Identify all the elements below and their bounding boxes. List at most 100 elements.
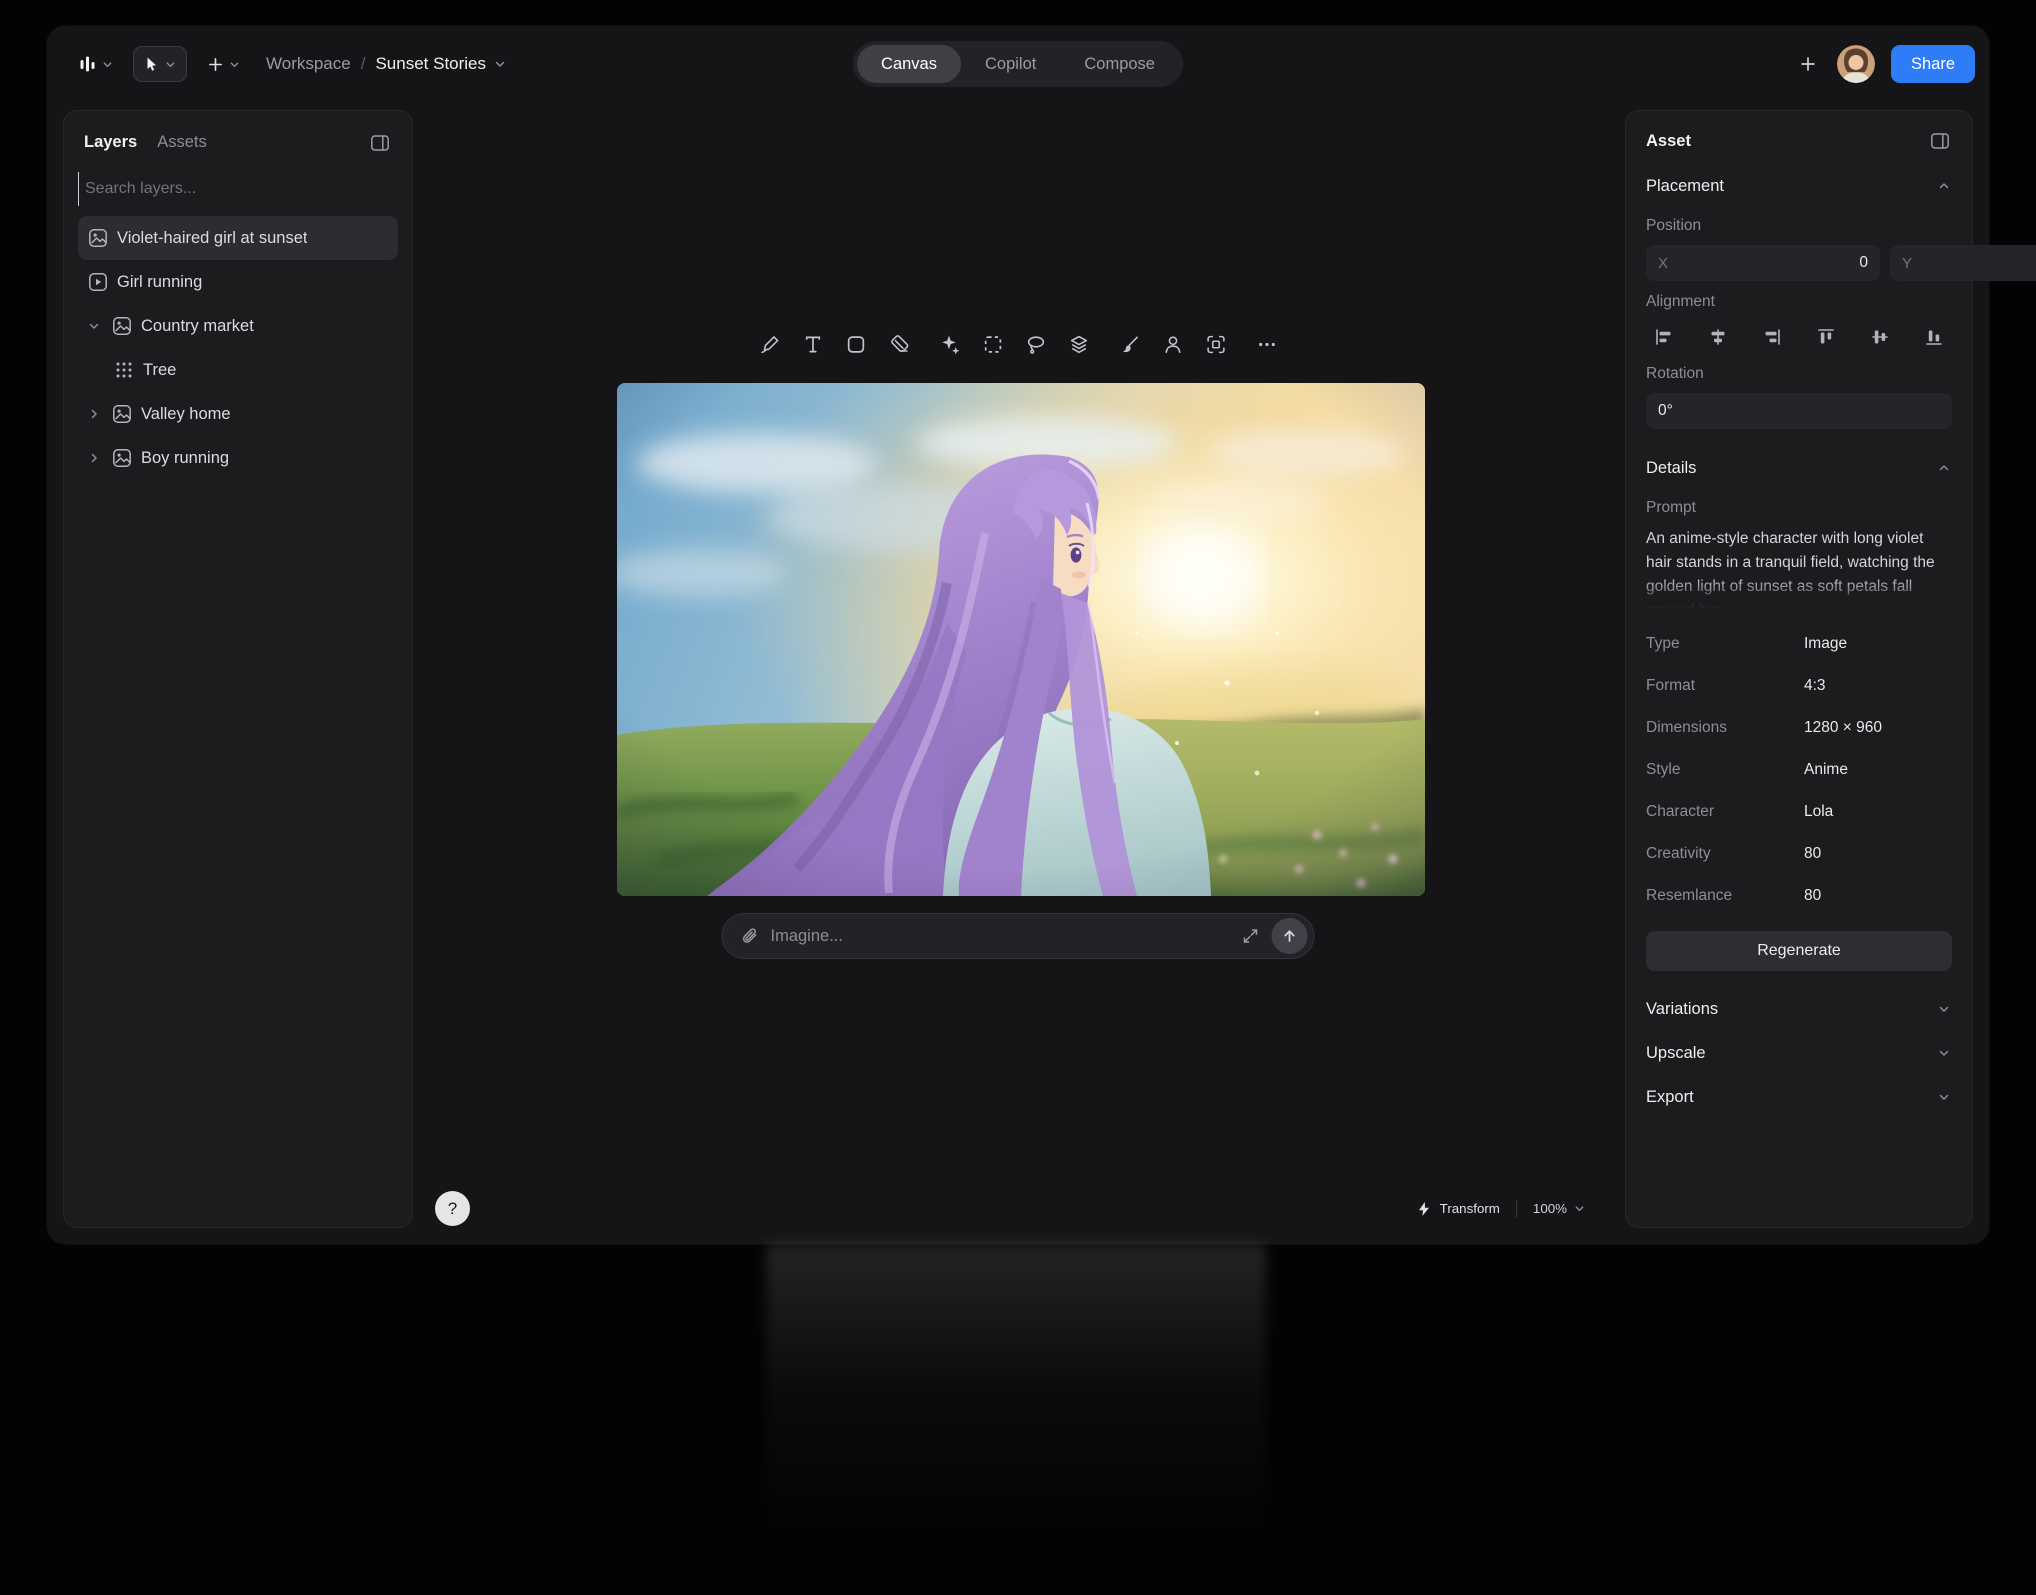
variations-section-header[interactable]: Variations [1646, 987, 1952, 1031]
generate-button[interactable] [1272, 918, 1308, 954]
detail-row-type: Type Image [1646, 623, 1952, 665]
image-icon [112, 316, 132, 336]
section-title: Variations [1646, 1000, 1718, 1019]
align-right-button[interactable] [1754, 321, 1790, 353]
breadcrumb-workspace[interactable]: Workspace [266, 54, 351, 74]
draw-tool-button[interactable] [752, 326, 788, 362]
prompt-input[interactable] [771, 927, 1230, 946]
collapsed-sections: Variations Upscale Export [1646, 987, 1952, 1119]
chevron-right-icon[interactable] [88, 452, 103, 464]
transform-button[interactable]: Transform [1416, 1201, 1500, 1217]
expand-prompt-button[interactable] [1240, 925, 1262, 947]
help-button[interactable]: ? [435, 1191, 470, 1226]
detail-row-style: Style Anime [1646, 749, 1952, 791]
layer-row[interactable]: Country market [78, 304, 398, 348]
detail-row-format: Format 4:3 [1646, 665, 1952, 707]
y-field[interactable]: Y [1890, 245, 2036, 281]
panel-collapse-button[interactable] [368, 131, 392, 155]
transform-label: Transform [1440, 1201, 1500, 1216]
align-center-vertical-button[interactable] [1862, 321, 1898, 353]
attach-button[interactable] [739, 925, 761, 947]
lasso-tool-button[interactable] [1018, 326, 1054, 362]
layer-row[interactable]: Girl running [78, 260, 398, 304]
section-title: Details [1646, 459, 1696, 478]
rotation-input[interactable] [1658, 402, 1940, 420]
tab-compose[interactable]: Compose [1060, 45, 1179, 83]
invite-button[interactable] [1795, 51, 1821, 77]
eraser-tool-button[interactable] [881, 326, 917, 362]
y-input[interactable] [1912, 254, 2036, 272]
style-brush-icon [1119, 334, 1140, 355]
layer-row[interactable]: Violet-haired girl at sunset [78, 216, 398, 260]
tab-canvas[interactable]: Canvas [857, 45, 961, 83]
x-input[interactable] [1668, 254, 1868, 272]
style-brush-button[interactable] [1112, 326, 1148, 362]
tab-layers[interactable]: Layers [84, 129, 137, 156]
detail-label: Creativity [1646, 845, 1804, 863]
panel-collapse-button[interactable] [1928, 129, 1952, 153]
chevron-up-icon [1936, 460, 1952, 476]
detail-label: Style [1646, 761, 1804, 779]
export-section-header[interactable]: Export [1646, 1075, 1952, 1119]
chevron-right-icon[interactable] [88, 408, 103, 420]
detail-row-dimensions: Dimensions 1280 × 960 [1646, 707, 1952, 749]
text-tool-button[interactable] [795, 326, 831, 362]
layer-label: Violet-haired girl at sunset [117, 229, 307, 248]
zoom-control[interactable]: 100% [1533, 1201, 1585, 1216]
frame-tool-button[interactable] [1198, 326, 1234, 362]
upscale-section-header[interactable]: Upscale [1646, 1031, 1952, 1075]
layers-tool-button[interactable] [1061, 326, 1097, 362]
detail-row-creativity: Creativity 80 [1646, 833, 1952, 875]
chevron-down-icon[interactable] [88, 320, 103, 332]
layer-label: Country market [141, 317, 254, 336]
more-icon [1256, 334, 1277, 355]
canvas-selected-image[interactable] [617, 383, 1425, 896]
placement-section-header[interactable]: Placement [1646, 167, 1952, 205]
shape-tool-button[interactable] [838, 326, 874, 362]
y-label: Y [1902, 255, 1912, 272]
expand-icon [1242, 927, 1260, 945]
section-title: Placement [1646, 177, 1724, 196]
character-icon [1162, 334, 1183, 355]
tool-select-button[interactable] [133, 46, 187, 82]
breadcrumb-separator: / [361, 54, 366, 74]
breadcrumb-project[interactable]: Sunset Stories [375, 54, 506, 74]
frame-icon [1205, 334, 1226, 355]
tab-copilot[interactable]: Copilot [961, 45, 1060, 83]
align-bottom-button[interactable] [1916, 321, 1952, 353]
image-icon [88, 228, 108, 248]
sidebar-toggle-icon [370, 133, 390, 153]
eraser-icon [888, 334, 909, 355]
align-center-horizontal-button[interactable] [1700, 321, 1736, 353]
topbar-left: Workspace / Sunset Stories [75, 46, 506, 82]
app-menu-button[interactable] [75, 51, 117, 77]
layer-label: Girl running [117, 273, 202, 292]
detail-value: Lola [1804, 803, 1833, 821]
x-field[interactable]: X [1646, 245, 1880, 281]
layer-row[interactable]: Tree [78, 348, 398, 392]
marquee-select-button[interactable] [975, 326, 1011, 362]
layer-row[interactable]: Boy running [78, 436, 398, 480]
details-section-header[interactable]: Details [1646, 449, 1952, 487]
plus-icon [1799, 55, 1817, 73]
rotation-field[interactable] [1646, 393, 1952, 429]
chevron-down-icon [165, 59, 176, 70]
layer-list: Violet-haired girl at sunset Girl runnin… [78, 216, 398, 480]
tab-assets[interactable]: Assets [157, 129, 207, 156]
align-left-button[interactable] [1646, 321, 1682, 353]
avatar[interactable] [1837, 45, 1875, 83]
layer-row[interactable]: Valley home [78, 392, 398, 436]
magic-tool-button[interactable] [932, 326, 968, 362]
detail-label: Dimensions [1646, 719, 1804, 737]
prompt-label: Prompt [1646, 499, 1952, 517]
chevron-down-icon [494, 58, 506, 70]
search-input[interactable] [78, 172, 398, 206]
share-button[interactable]: Share [1891, 45, 1975, 83]
character-tool-button[interactable] [1155, 326, 1191, 362]
more-tools-button[interactable] [1249, 326, 1285, 362]
video-icon [88, 272, 108, 292]
align-top-button[interactable] [1808, 321, 1844, 353]
select-icon [982, 334, 1003, 355]
regenerate-button[interactable]: Regenerate [1646, 931, 1952, 971]
add-object-button[interactable] [203, 52, 244, 77]
